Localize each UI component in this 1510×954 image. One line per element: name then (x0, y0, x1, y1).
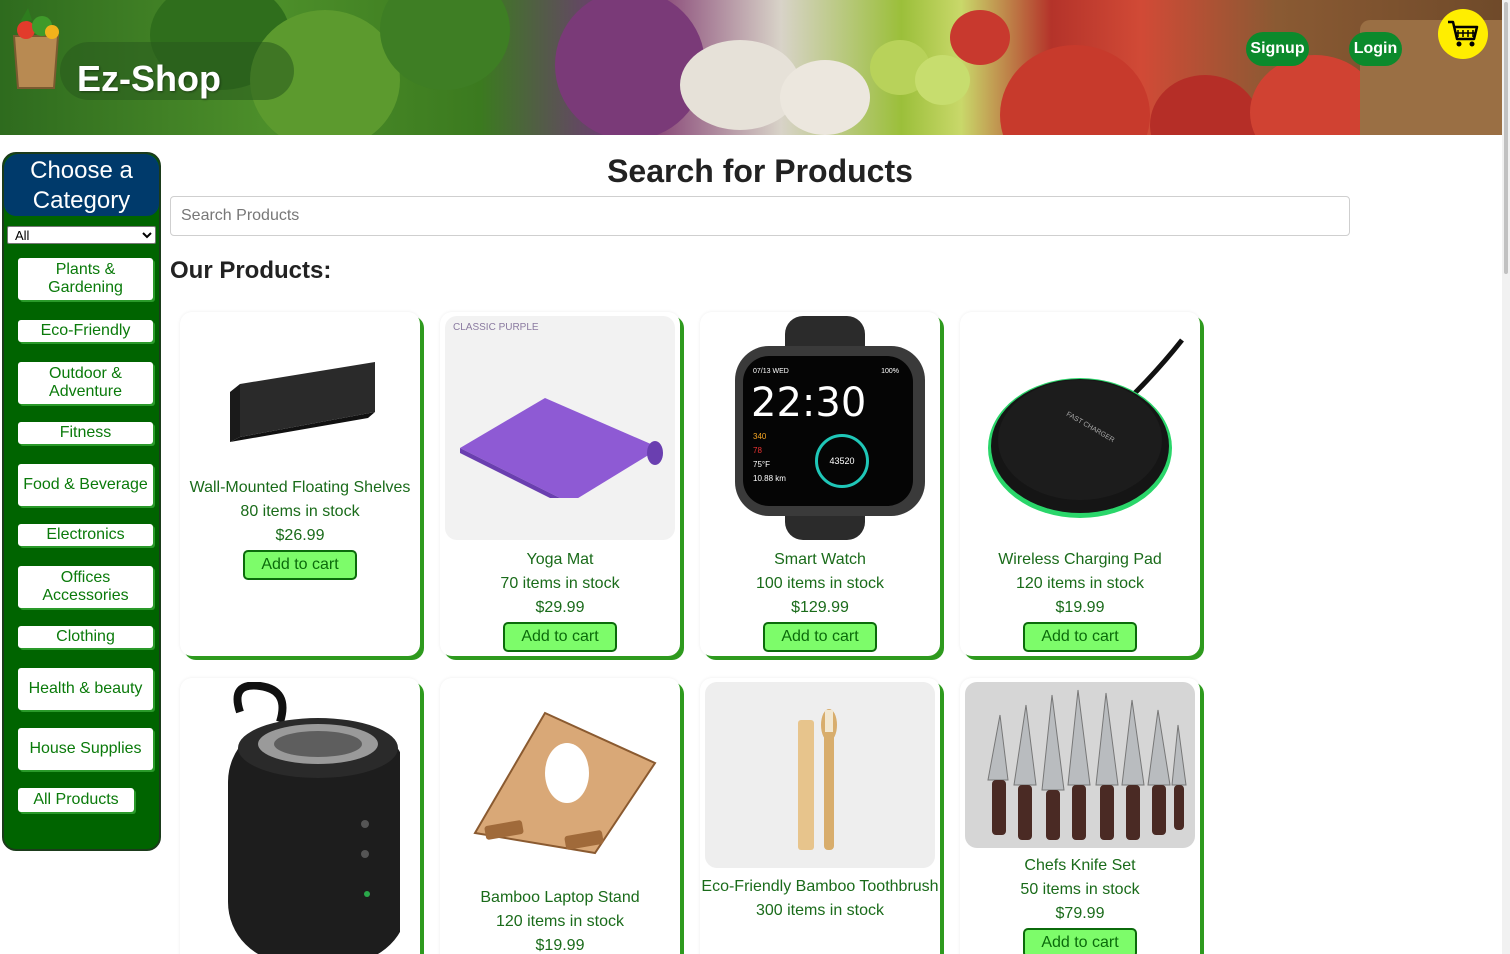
watch-temp: 75°F (753, 460, 770, 469)
product-stock: 80 items in stock (240, 503, 360, 520)
watch-time: 22:30 (751, 380, 867, 426)
product-stock: 100 items in stock (755, 575, 885, 592)
product-price: $19.99 (1055, 599, 1105, 616)
product-card (180, 678, 420, 954)
product-name: Chefs Knife Set (1024, 857, 1136, 874)
login-button[interactable]: Login (1349, 32, 1402, 66)
add-to-cart-button[interactable]: Add to cart (503, 622, 617, 652)
category-fitness-button[interactable]: Fitness (18, 422, 153, 444)
product-name: Bamboo Laptop Stand (480, 889, 640, 906)
product-stock: 120 items in stock (1015, 575, 1145, 592)
product-card: CLASSIC PURPLE Yoga Mat 70 items in stoc… (440, 312, 680, 656)
product-card: FAST CHARGER Wireless Charging Pad 120 i… (960, 312, 1200, 656)
product-price: $19.99 (535, 937, 585, 954)
product-card: Bamboo Laptop Stand 120 items in stock $… (440, 678, 680, 954)
product-price: $26.99 (275, 527, 325, 544)
watch-bpm: 78 (753, 446, 762, 455)
watch-date: 07/13 WED (753, 368, 789, 375)
page-title: Search for Products (607, 153, 913, 189)
product-price: $129.99 (791, 599, 849, 616)
category-electronics-button[interactable]: Electronics (18, 524, 153, 546)
search-input[interactable] (170, 196, 1350, 236)
add-to-cart-button[interactable]: Add to cart (1023, 622, 1137, 652)
scrollbar-thumb[interactable] (1504, 2, 1508, 274)
watch-kcal: 340 (753, 432, 767, 441)
product-name: Yoga Mat (526, 551, 594, 568)
add-to-cart-button[interactable]: Add to cart (243, 550, 357, 580)
image-caption: CLASSIC PURPLE (453, 322, 539, 333)
product-price: $29.99 (535, 599, 585, 616)
product-card: 07/13 WED 100% 22:30 340 78 75°F 10.88 k… (700, 312, 940, 656)
category-sidebar: Choose a Category All Plants & Gardening… (2, 152, 161, 851)
product-stock: 70 items in stock (500, 575, 620, 592)
laptop-stand-image (445, 698, 675, 868)
header-banner: Ez-Shop Signup Login (0, 0, 1502, 135)
products-heading: Our Products: (170, 257, 332, 284)
product-card: Eco-Friendly Bamboo Toothbrush 300 items… (700, 678, 940, 954)
site-title[interactable]: Ez-Shop (77, 58, 221, 100)
category-select[interactable]: All (7, 226, 156, 244)
category-all-products-button[interactable]: All Products (18, 788, 134, 812)
watch-steps: 43520 (815, 434, 869, 488)
product-card: Wall-Mounted Floating Shelves 80 items i… (180, 312, 420, 656)
charging-pad-image: FAST CHARGER (965, 316, 1195, 540)
product-name: Smart Watch (774, 551, 866, 568)
category-offices-accessories-button[interactable]: Offices Accessories (18, 566, 153, 608)
watch-distance: 10.88 km (753, 474, 786, 483)
product-name: Wall-Mounted Floating Shelves (189, 479, 411, 496)
speaker-image (185, 682, 415, 954)
product-stock: 120 items in stock (495, 913, 625, 930)
shopping-cart-icon (1448, 20, 1479, 47)
add-to-cart-button[interactable]: Add to cart (1023, 928, 1137, 954)
category-clothing-button[interactable]: Clothing (18, 626, 153, 648)
product-stock: 50 items in stock (1020, 881, 1140, 898)
yoga-mat-image: CLASSIC PURPLE (445, 316, 675, 540)
signup-button[interactable]: Signup (1246, 32, 1309, 66)
watch-battery: 100% (881, 368, 899, 375)
product-name: Wireless Charging Pad (998, 551, 1162, 568)
category-outdoor-adventure-button[interactable]: Outdoor & Adventure (18, 362, 153, 404)
add-to-cart-button[interactable]: Add to cart (763, 622, 877, 652)
product-stock: 300 items in stock (755, 902, 885, 919)
page-scrollbar[interactable] (1502, 0, 1510, 954)
category-eco-friendly-button[interactable]: Eco-Friendly (18, 320, 153, 342)
toothbrush-image (705, 682, 935, 868)
category-plants-gardening-button[interactable]: Plants & Gardening (18, 258, 153, 300)
product-price: $79.99 (1055, 905, 1105, 922)
knife-set-image (965, 682, 1195, 848)
product-name: Eco-Friendly Bamboo Toothbrush (701, 878, 939, 895)
smart-watch-image: 07/13 WED 100% 22:30 340 78 75°F 10.88 k… (705, 316, 935, 540)
category-health-beauty-button[interactable]: Health & beauty (18, 668, 153, 710)
sidebar-heading: Choose a Category (4, 154, 159, 216)
category-food-beverage-button[interactable]: Food & Beverage (18, 464, 153, 506)
cart-button[interactable] (1438, 9, 1488, 59)
category-house-supplies-button[interactable]: House Supplies (18, 728, 153, 770)
shelf-image (185, 342, 415, 482)
grocery-bag-icon (12, 8, 60, 89)
product-card: Chefs Knife Set 50 items in stock $79.99… (960, 678, 1200, 954)
